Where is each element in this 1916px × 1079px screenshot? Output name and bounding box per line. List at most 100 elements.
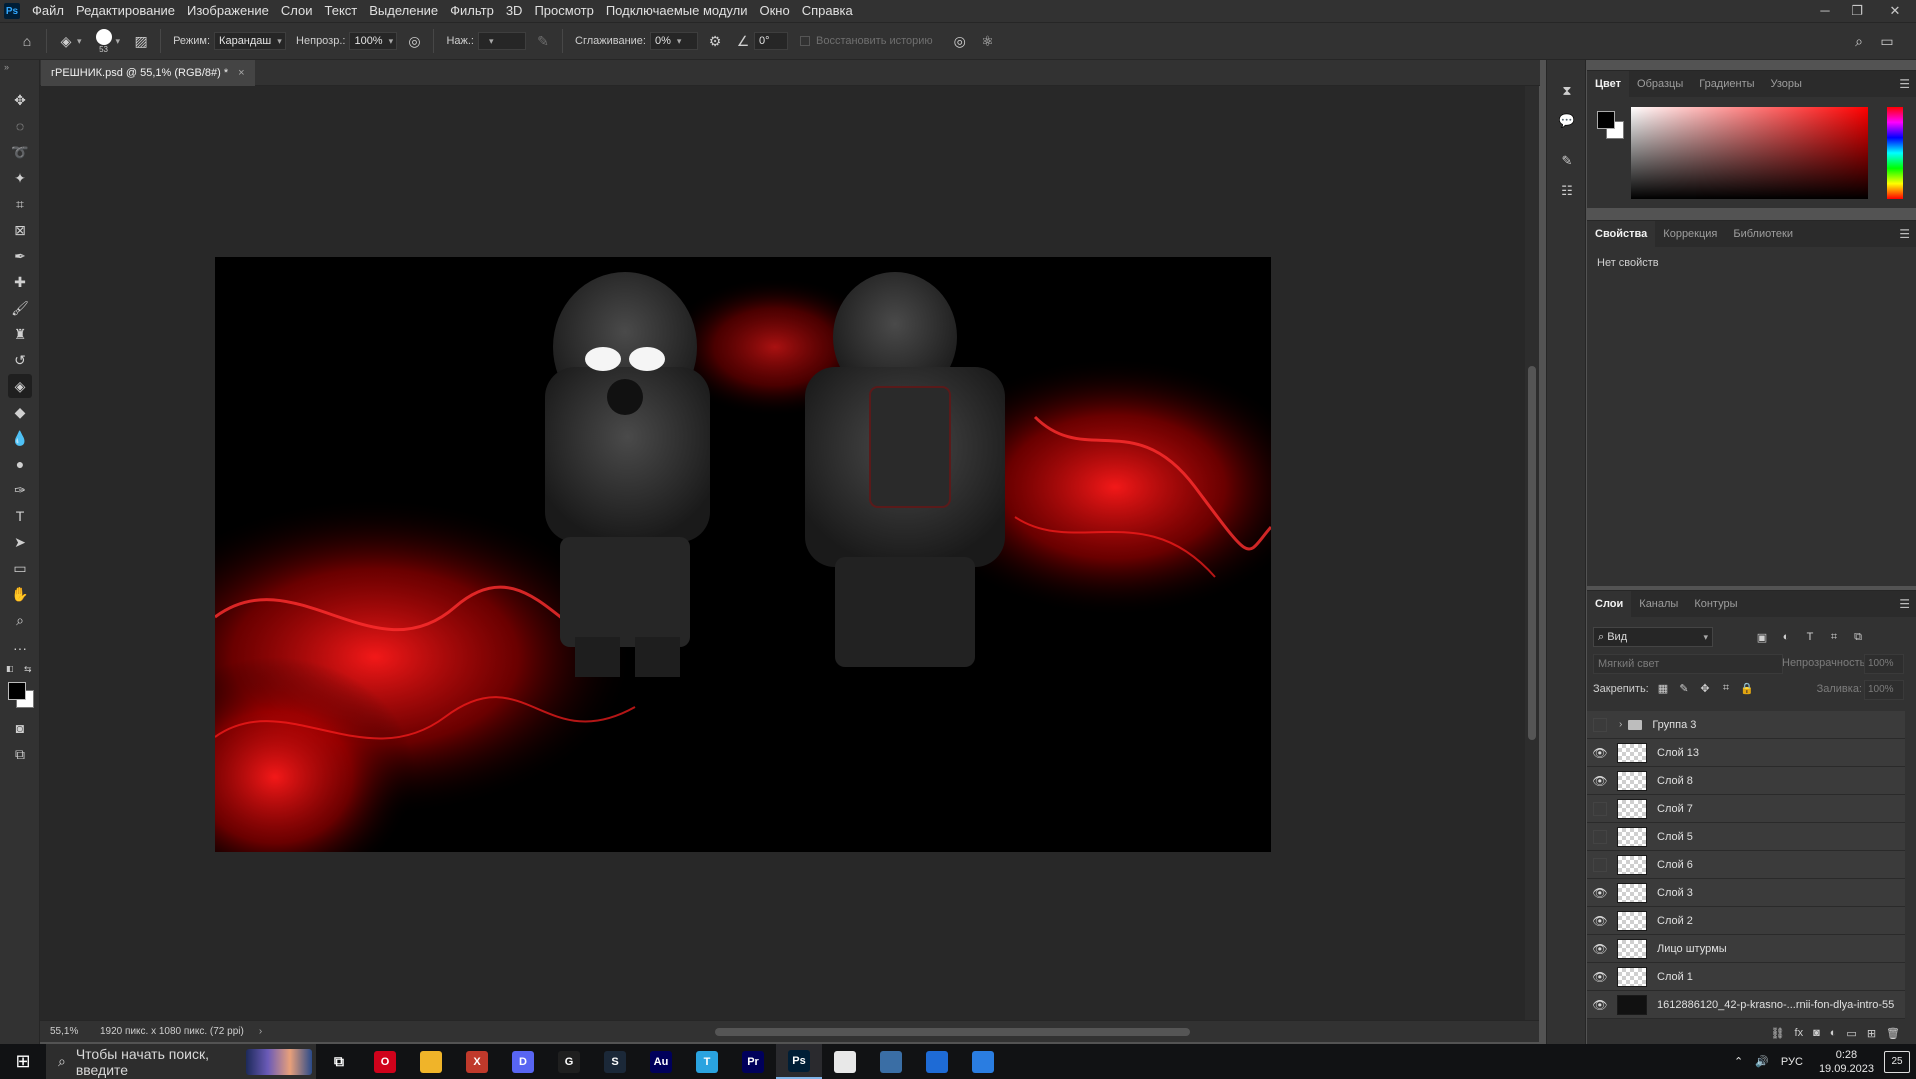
brush-settings-icon[interactable]: ✎ — [1556, 150, 1578, 172]
taskbar-app-steam[interactable]: S — [592, 1044, 638, 1079]
search-icon[interactable]: ⌕ — [1848, 30, 1870, 52]
chevron-up-icon[interactable]: ⌃ — [1734, 1055, 1743, 1068]
zoom-level[interactable]: 55,1% — [50, 1026, 95, 1037]
add-mask-icon[interactable]: ◙ — [1813, 1027, 1820, 1045]
taskbar-app-g-hub[interactable]: G — [546, 1044, 592, 1079]
chevron-right-icon[interactable]: › — [1619, 719, 1622, 730]
status-menu-icon[interactable]: › — [259, 1026, 262, 1037]
brush-preset-picker[interactable]: 53 — [95, 28, 112, 54]
blur-tool-icon[interactable]: 💧 — [8, 426, 32, 450]
taskbar-app-photoshop[interactable]: Ps — [776, 1044, 822, 1079]
lock-image-icon[interactable]: ✎ — [1676, 680, 1692, 696]
layer-row[interactable]: 👁 Лицо штурмы — [1587, 935, 1905, 963]
layer-row[interactable]: 👁 Слой 2 — [1587, 907, 1905, 935]
menu-item[interactable]: Справка — [796, 0, 859, 22]
symmetry-icon[interactable]: ⚛ — [977, 30, 999, 52]
eraser-tool-icon[interactable]: ◈ — [8, 374, 32, 398]
layer-style-icon[interactable]: fx — [1795, 1027, 1804, 1045]
brush-settings-icon[interactable]: ▨ — [130, 30, 152, 52]
crop-tool-icon[interactable]: ⌗ — [8, 192, 32, 216]
gear-icon[interactable]: ⚙ — [704, 30, 726, 52]
mode-select[interactable]: Карандаш ▾ — [214, 32, 287, 50]
taskbar-app-premiere[interactable]: Pr — [730, 1044, 776, 1079]
visibility-toggle[interactable] — [1593, 717, 1607, 732]
layer-row[interactable]: Слой 7 — [1587, 795, 1905, 823]
hue-slider[interactable] — [1887, 107, 1903, 199]
collapse-arrows-icon[interactable]: » — [4, 62, 9, 72]
layer-row[interactable]: Слой 6 — [1587, 851, 1905, 879]
eye-icon[interactable]: 👁 — [1587, 774, 1613, 788]
screen-mode-icon[interactable]: ⧉ — [8, 742, 32, 766]
clock[interactable]: 0:28 19.09.2023 — [1819, 1048, 1874, 1076]
restore-history-checkbox[interactable] — [799, 36, 810, 46]
menu-item[interactable]: Слои — [275, 0, 319, 22]
menu-item[interactable]: Изображение — [181, 0, 275, 22]
layer-row[interactable]: 👁 Слой 3 — [1587, 879, 1905, 907]
lock-transparent-icon[interactable]: ▦ — [1655, 680, 1671, 696]
volume-icon[interactable]: 🔊 — [1755, 1055, 1769, 1068]
layer-row[interactable]: 👁 1612886120_42-p-krasno-...rnii-fon-dlya… — [1587, 991, 1905, 1019]
eraser-tool-icon[interactable]: ◈ — [55, 30, 77, 52]
delete-layer-icon[interactable]: 🗑 — [1886, 1027, 1900, 1045]
visibility-toggle[interactable] — [1593, 857, 1607, 872]
frame-tool-icon[interactable]: ⊠ — [8, 218, 32, 242]
filter-smart-object-icon[interactable]: ⧉ — [1849, 628, 1867, 646]
menu-item[interactable]: Текст — [319, 0, 364, 22]
fill-input[interactable]: 100% — [1864, 680, 1904, 700]
scroll-thumb[interactable] — [1528, 366, 1536, 740]
lock-position-icon[interactable]: ✥ — [1697, 680, 1713, 696]
path-selection-icon[interactable]: ➤ — [8, 530, 32, 554]
new-group-icon[interactable]: ▭ — [1846, 1027, 1856, 1045]
tab-adjustments[interactable]: Коррекция — [1655, 221, 1725, 247]
adjustment-layer-icon[interactable]: ◐ — [1830, 1027, 1837, 1045]
history-icon[interactable]: ⧗ — [1556, 80, 1578, 102]
blend-mode-select[interactable]: Мягкий свет — [1593, 654, 1783, 674]
color-picker-field[interactable] — [1631, 107, 1868, 199]
eye-icon[interactable]: 👁 — [1587, 746, 1613, 760]
menu-item[interactable]: Редактирование — [70, 0, 181, 22]
tab-color[interactable]: Цвет — [1587, 71, 1630, 97]
chevron-down-icon[interactable]: ▾ — [116, 36, 121, 47]
tab-properties[interactable]: Свойства — [1587, 221, 1656, 247]
chevron-down-icon[interactable]: ▾ — [77, 36, 82, 47]
language-indicator[interactable]: РУС — [1781, 1056, 1803, 1068]
opacity-input[interactable]: 100% — [1864, 654, 1904, 674]
menu-item[interactable]: Фильтр — [444, 0, 500, 22]
eye-icon[interactable]: 👁 — [1587, 942, 1613, 956]
layer-row[interactable]: 👁 Слой 1 — [1587, 963, 1905, 991]
eyedropper-icon[interactable]: ✒ — [8, 244, 32, 268]
smoothing-input[interactable]: 0% ▾ — [649, 32, 698, 50]
pressure-input[interactable]: ▾ — [478, 32, 526, 50]
new-layer-icon[interactable]: ⊞ — [1867, 1027, 1876, 1045]
history-brush-icon[interactable]: ↺ — [8, 348, 32, 372]
paint-bucket-icon[interactable]: ◆ — [8, 400, 32, 424]
pen-tool-icon[interactable]: ✑ — [8, 478, 32, 502]
default-colors-icon[interactable]: ◧ — [6, 664, 14, 673]
taskbar-app-notepad[interactable] — [822, 1044, 868, 1079]
dodge-tool-icon[interactable]: ● — [8, 452, 32, 476]
adjustments-icon[interactable]: ☷ — [1556, 180, 1578, 202]
horizontal-scrollbar[interactable] — [340, 1025, 1540, 1039]
taskbar-app-telegram[interactable]: T — [684, 1044, 730, 1079]
home-icon[interactable]: ⌂ — [16, 30, 38, 52]
taskbar-app-opera[interactable]: O — [362, 1044, 408, 1079]
foreground-color-swatch[interactable] — [8, 682, 26, 700]
tab-layers[interactable]: Слои — [1587, 591, 1632, 617]
notifications-badge[interactable]: 25 — [1884, 1050, 1910, 1073]
tab-patterns[interactable]: Узоры — [1763, 71, 1810, 97]
menu-item[interactable]: Окно — [753, 0, 795, 22]
menu-item[interactable]: Файл — [26, 0, 70, 22]
lock-artboard-icon[interactable]: ⌗ — [1718, 680, 1734, 696]
pressure-opacity-icon[interactable]: ◎ — [403, 30, 425, 52]
healing-brush-icon[interactable]: ✚ — [8, 270, 32, 294]
filter-adjustment-icon[interactable]: ◐ — [1777, 628, 1795, 646]
close-icon[interactable]: ✕ — [1880, 0, 1910, 22]
tab-gradients[interactable]: Градиенты — [1691, 71, 1762, 97]
filter-pixel-icon[interactable]: ▣ — [1753, 628, 1771, 646]
taskbar-app-audition[interactable]: Au — [638, 1044, 684, 1079]
stamp-tool-icon[interactable]: ♜ — [8, 322, 32, 346]
tab-channels[interactable]: Каналы — [1631, 591, 1686, 617]
workspace-icon[interactable]: ▭ — [1876, 30, 1898, 52]
taskbar-app-explorer[interactable] — [408, 1044, 454, 1079]
document-canvas[interactable] — [215, 257, 1271, 852]
